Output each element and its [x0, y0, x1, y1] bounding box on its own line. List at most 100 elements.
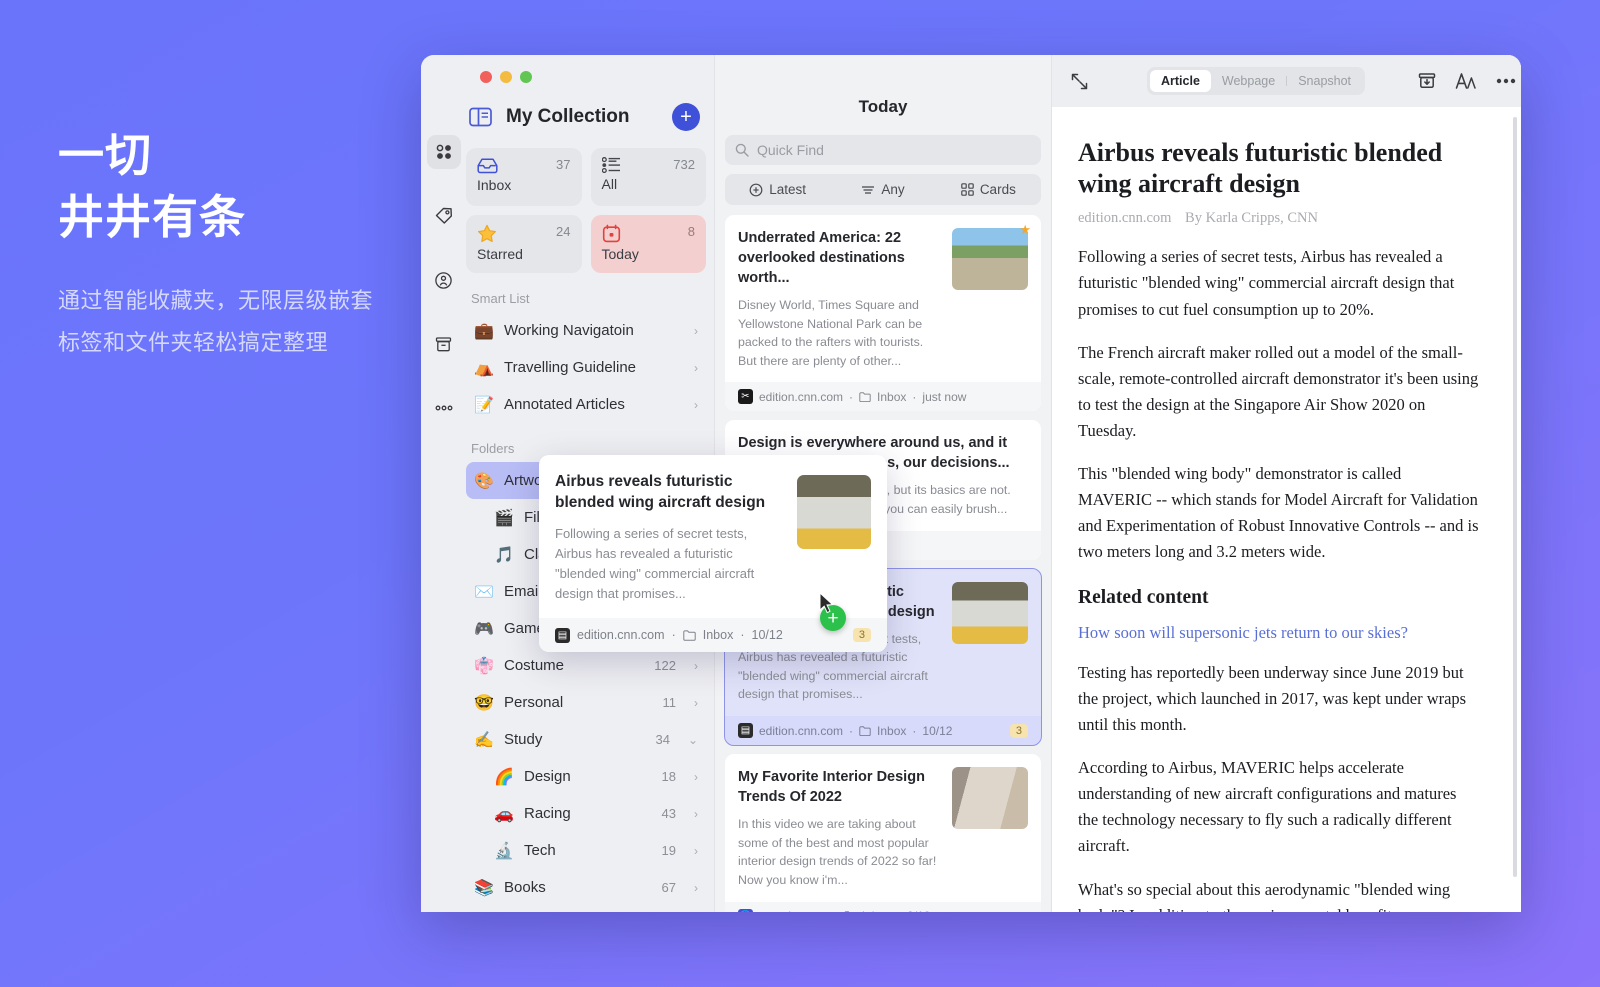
list-header: Today — [715, 55, 1051, 125]
minimize-button[interactable] — [500, 71, 512, 83]
sidebar-item-costume[interactable]: 👘 Costume 122 › — [466, 647, 706, 684]
card-folder: Inbox — [877, 390, 906, 404]
dot-separator: · — [672, 628, 676, 642]
sidebar-item-tech[interactable]: 🔬 Tech 19 › — [466, 832, 706, 869]
sort-icon — [749, 183, 763, 197]
article-source: edition.cnn.com — [1078, 210, 1171, 226]
tab-snapshot[interactable]: Snapshot — [1287, 70, 1362, 92]
chevron-right-icon: › — [694, 659, 698, 673]
drag-preview-thumbnail — [797, 475, 871, 549]
list-icon — [602, 157, 621, 173]
sidebar-item-label: Racing — [524, 805, 652, 822]
sidebar-item-label: Books — [504, 879, 652, 896]
filter-view-button[interactable]: Cards — [936, 182, 1041, 197]
tab-webpage[interactable]: Webpage — [1211, 70, 1286, 92]
sidebar-item-annotated-articles[interactable]: 📝 Annotated Articles › — [466, 386, 706, 423]
view-mode-segmented-control[interactable]: Article Webpage Snapshot — [1147, 67, 1365, 95]
card-thumbnail — [952, 582, 1028, 644]
zoom-button[interactable] — [520, 71, 532, 83]
article-paragraph: Testing has reportedly been underway sin… — [1078, 660, 1479, 738]
related-content-link[interactable]: How soon will supersonic jets return to … — [1078, 623, 1479, 643]
chevron-right-icon: › — [694, 844, 698, 858]
sidebar-item-count: 11 — [663, 695, 677, 710]
tile-count: 732 — [673, 157, 695, 172]
sidebar-item-count: 67 — [662, 880, 676, 895]
tile-label: Starred — [477, 246, 571, 262]
calendar-icon — [602, 224, 621, 243]
filter-sort-button[interactable]: Latest — [725, 182, 830, 197]
tile-all[interactable]: 732 All — [591, 148, 707, 206]
sidebar-item-racing[interactable]: 🚗 Racing 43 › — [466, 795, 706, 832]
more-horizontal-icon[interactable] — [1495, 77, 1517, 85]
star-icon: ★ — [1019, 222, 1031, 238]
tile-inbox[interactable]: 37 Inbox — [466, 148, 582, 206]
folder-icon — [859, 392, 871, 402]
sidebar-item-label: Design — [524, 768, 652, 785]
smart-list-header: Smart List — [466, 273, 706, 312]
drag-preview-badge: 3 — [853, 628, 871, 642]
reader-scrollbar[interactable] — [1513, 117, 1517, 877]
camping-icon: ⛺ — [474, 358, 494, 378]
favicon-cnn: ✂ — [738, 389, 753, 404]
envelope-icon: ✉️ — [474, 582, 494, 602]
rail-more-button[interactable] — [427, 391, 461, 425]
rail-highlights-button[interactable] — [427, 263, 461, 297]
sidebar-item-label: Study — [504, 731, 645, 748]
chevron-right-icon: › — [694, 696, 698, 710]
reader-toolbar: Article Webpage Snapshot — [1052, 55, 1521, 107]
filter-any-button[interactable]: Any — [830, 182, 935, 197]
favicon-news: ▤ — [555, 628, 570, 643]
close-button[interactable] — [480, 71, 492, 83]
sidebar-item-label: Annotated Articles — [504, 396, 684, 413]
sidebar-item-travelling-guideline[interactable]: ⛺ Travelling Guideline › — [466, 349, 706, 386]
add-button[interactable]: + — [672, 103, 700, 131]
list-item[interactable]: ★ Underrated America: 22 overlooked dest… — [725, 215, 1041, 411]
search-icon — [735, 143, 749, 157]
card-source: edition.cnn.com — [759, 390, 843, 404]
dot-separator: · — [849, 724, 853, 738]
card-source: edition.cnn.com — [759, 724, 843, 738]
palette-icon: 🎨 — [474, 471, 494, 491]
sidebar-item-design[interactable]: 🌈 Design 18 › — [466, 758, 706, 795]
card-thumbnail — [952, 228, 1028, 290]
card-folder: Inbox — [862, 909, 891, 912]
sidebar-rail — [421, 55, 466, 912]
rail-tags-button[interactable] — [427, 199, 461, 233]
car-icon: 🚗 — [494, 804, 514, 824]
favicon-globe: 🌐 — [738, 909, 753, 912]
promo-subtext: 通过智能收藏夹，无限层级嵌套标签和文件夹轻松搞定整理 — [58, 280, 388, 364]
tile-label: Inbox — [477, 177, 571, 193]
rail-archive-button[interactable] — [427, 327, 461, 361]
chevron-right-icon: › — [694, 770, 698, 784]
sidebar-item-personal[interactable]: 🤓 Personal 11 › — [466, 684, 706, 721]
nerd-face-icon: 🤓 — [474, 693, 494, 713]
tile-count: 8 — [688, 224, 695, 239]
card-thumbnail — [952, 767, 1028, 829]
card-time: 9/10 — [907, 909, 930, 912]
window-traffic-lights — [466, 55, 706, 83]
tab-article[interactable]: Article — [1150, 70, 1211, 92]
folder-icon — [683, 630, 696, 641]
sidebar-item-study[interactable]: ✍️ Study 34 ⌄ — [466, 721, 706, 758]
card-description: Disney World, Times Square and Yellowsto… — [738, 296, 942, 370]
expand-icon[interactable] — [1070, 72, 1089, 91]
sidebar-toggle-icon[interactable] — [469, 107, 492, 127]
quick-tiles: 37 Inbox — [466, 148, 706, 273]
card-title: Underrated America: 22 overlooked destin… — [738, 228, 942, 288]
tile-starred[interactable]: 24 Starred — [466, 215, 582, 273]
tile-today[interactable]: 8 Today — [591, 215, 707, 273]
search-input[interactable]: Quick Find — [725, 135, 1041, 165]
typography-icon[interactable] — [1455, 71, 1477, 91]
article-title: Airbus reveals futuristic blended wing a… — [1078, 137, 1479, 199]
card-description: In this video we are taking about some o… — [738, 815, 942, 889]
archive-down-icon[interactable] — [1417, 71, 1437, 91]
rail-collections-button[interactable] — [427, 135, 461, 169]
article-paragraph: The French aircraft maker rolled out a m… — [1078, 340, 1479, 444]
sidebar-item-working-navigatoin[interactable]: 💼 Working Navigatoin › — [466, 312, 706, 349]
list-title: Today — [859, 97, 908, 117]
card-time: 10/12 — [922, 724, 952, 738]
tag-icon — [434, 206, 454, 226]
list-item[interactable]: My Favorite Interior Design Trends Of 20… — [725, 754, 1041, 912]
sidebar-item-books[interactable]: 📚 Books 67 › — [466, 869, 706, 906]
books-icon: 📚 — [474, 878, 494, 898]
